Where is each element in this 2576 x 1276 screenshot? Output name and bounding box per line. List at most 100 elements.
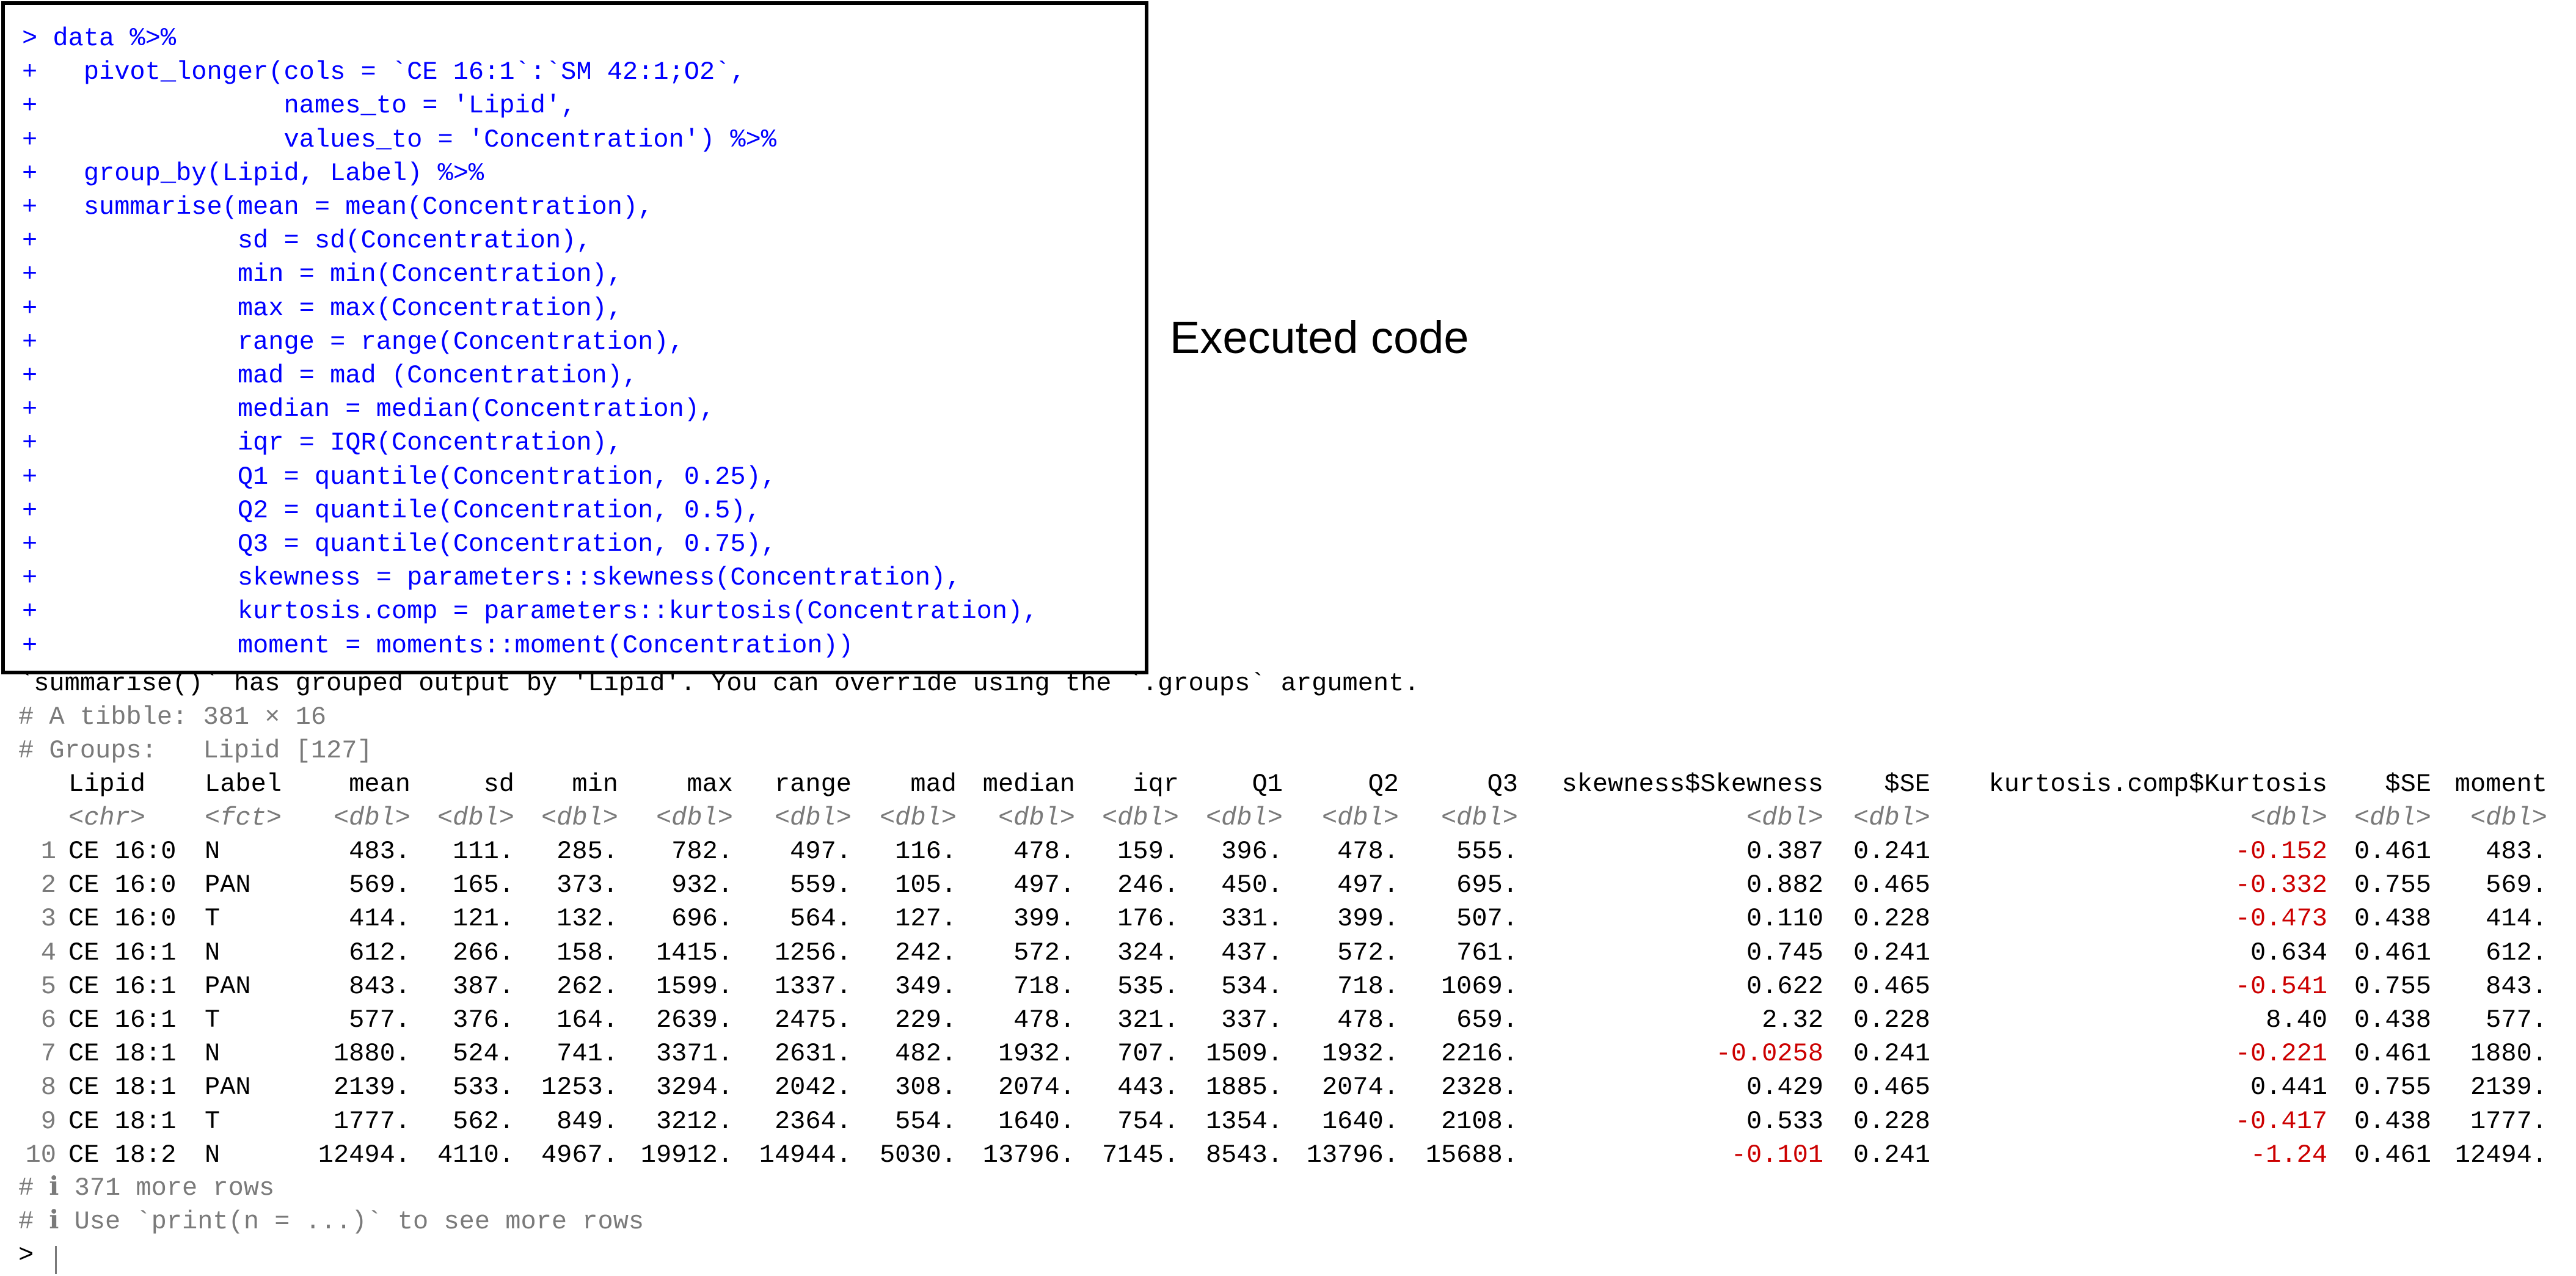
table-cell: 524. bbox=[453, 1039, 514, 1069]
table-cell: 242. bbox=[895, 938, 957, 968]
row-index: 5 bbox=[40, 971, 56, 1001]
table-cell: 399. bbox=[1013, 904, 1075, 934]
table-cell: 0.438 bbox=[2354, 1005, 2431, 1035]
table-cell: 782. bbox=[671, 837, 733, 866]
print-hint-note: # ℹ Use `print(n = ...)` to see more row… bbox=[18, 1207, 644, 1236]
table-cell: T bbox=[205, 904, 221, 934]
table-cell: 1256. bbox=[774, 938, 852, 968]
table-cell: 373. bbox=[556, 870, 618, 900]
table-cell: 0.228 bbox=[1853, 904, 1930, 934]
column-header: skewness$Skewness bbox=[1561, 770, 1823, 799]
table-cell: 0.755 bbox=[2354, 1073, 2431, 1103]
row-index: 3 bbox=[40, 904, 56, 934]
table-cell: 176. bbox=[1117, 904, 1179, 934]
table-cell: 718. bbox=[1013, 971, 1075, 1001]
table-cell: 13796. bbox=[1306, 1140, 1399, 1170]
table-cell: 262. bbox=[556, 971, 618, 1001]
table-cell: 1880. bbox=[333, 1039, 410, 1069]
table-cell: 483. bbox=[2486, 837, 2547, 866]
column-type: <dbl> bbox=[879, 803, 957, 833]
console-prompt: > bbox=[18, 1241, 34, 1270]
table-cell: CE 16:0 bbox=[68, 904, 177, 934]
code-line: + iqr = IQR(Concentration), bbox=[22, 428, 622, 458]
code-line: + values_to = 'Concentration') %>% bbox=[22, 125, 777, 155]
table-cell: 612. bbox=[349, 938, 410, 968]
table-cell: 19912. bbox=[640, 1140, 733, 1170]
table-cell: 1885. bbox=[1205, 1073, 1283, 1103]
table-cell: 1599. bbox=[655, 971, 733, 1001]
table-cell: 132. bbox=[556, 904, 618, 934]
table-cell: 0.387 bbox=[1746, 837, 1823, 866]
table-cell: 15688. bbox=[1425, 1140, 1518, 1170]
row-index: 7 bbox=[40, 1039, 56, 1069]
executed-code-box: > data %>% + pivot_longer(cols = `CE 16:1… bbox=[1, 1, 1148, 674]
table-cell: 0.461 bbox=[2354, 837, 2431, 866]
table-cell: 718. bbox=[1337, 971, 1399, 1001]
table-cell: 2639. bbox=[655, 1005, 733, 1035]
table-cell: 8543. bbox=[1205, 1140, 1283, 1170]
table-cell: 843. bbox=[2486, 971, 2547, 1001]
table-cell: 1253. bbox=[541, 1073, 618, 1103]
column-type: <dbl> bbox=[1101, 803, 1179, 833]
table-cell: CE 18:1 bbox=[68, 1106, 177, 1136]
table-cell: 13796. bbox=[982, 1140, 1075, 1170]
table-cell: 158. bbox=[556, 938, 618, 968]
table-cell: 116. bbox=[895, 837, 957, 866]
row-index: 1 bbox=[40, 837, 56, 866]
table-cell: 695. bbox=[1456, 870, 1518, 900]
table-cell: 127. bbox=[895, 904, 957, 934]
column-header: min bbox=[572, 770, 618, 799]
summarise-message: `summarise()` has grouped output by 'Lip… bbox=[18, 669, 1420, 698]
table-cell: 0.461 bbox=[2354, 938, 2431, 968]
text-cursor[interactable] bbox=[55, 1246, 57, 1274]
table-cell: 478. bbox=[1337, 837, 1399, 866]
table-cell: 1640. bbox=[1321, 1106, 1399, 1136]
column-header: Q1 bbox=[1252, 770, 1283, 799]
table-cell: 554. bbox=[895, 1106, 957, 1136]
table-cell: N bbox=[205, 1039, 221, 1069]
code-line: + names_to = 'Lipid', bbox=[22, 91, 577, 121]
table-cell: 337. bbox=[1221, 1005, 1283, 1035]
column-header: $SE bbox=[1884, 770, 1930, 799]
table-cell: 165. bbox=[453, 870, 514, 900]
table-cell: 3371. bbox=[655, 1039, 733, 1069]
table-cell: 159. bbox=[1117, 837, 1179, 866]
column-header: mad bbox=[910, 770, 957, 799]
table-cell: 3212. bbox=[655, 1106, 733, 1136]
table-cell: 2139. bbox=[333, 1073, 410, 1103]
table-cell: 2328. bbox=[1440, 1073, 1518, 1103]
table-cell: 497. bbox=[790, 837, 852, 866]
table-cell: 1509. bbox=[1205, 1039, 1283, 1069]
table-cell: 1777. bbox=[2470, 1106, 2547, 1136]
column-type: <dbl> bbox=[1205, 803, 1283, 833]
table-cell: 2108. bbox=[1440, 1106, 1518, 1136]
code-line: + moment = moments::moment(Concentration… bbox=[22, 630, 854, 660]
table-cell: 0.461 bbox=[2354, 1140, 2431, 1170]
table-cell: 111. bbox=[453, 837, 514, 866]
row-index: 8 bbox=[40, 1073, 56, 1103]
table-cell: T bbox=[205, 1106, 221, 1136]
table-cell: 0.461 bbox=[2354, 1039, 2431, 1069]
groups-info: # Groups: Lipid [127] bbox=[18, 736, 373, 765]
table-cell: 0.429 bbox=[1746, 1073, 1823, 1103]
table-cell: PAN bbox=[205, 971, 251, 1001]
column-header: range bbox=[774, 770, 852, 799]
table-cell: 105. bbox=[895, 870, 957, 900]
table-cell: 4110. bbox=[437, 1140, 514, 1170]
table-cell: 0.882 bbox=[1746, 870, 1823, 900]
table-cell: 321. bbox=[1117, 1005, 1179, 1035]
table-cell: PAN bbox=[205, 1073, 251, 1103]
table-cell: CE 16:1 bbox=[68, 971, 177, 1001]
column-header: mean bbox=[349, 770, 410, 799]
table-cell: 376. bbox=[453, 1005, 514, 1035]
column-header: Q3 bbox=[1487, 770, 1518, 799]
more-rows-note: # ℹ 371 more rows bbox=[18, 1173, 275, 1203]
table-cell: 2631. bbox=[774, 1039, 852, 1069]
table-cell: 443. bbox=[1117, 1073, 1179, 1103]
table-cell: 266. bbox=[453, 938, 514, 968]
table-cell: CE 18:2 bbox=[68, 1140, 177, 1170]
column-type: <fct> bbox=[205, 803, 282, 833]
table-cell: CE 16:0 bbox=[68, 837, 177, 866]
row-index: 6 bbox=[40, 1005, 56, 1035]
table-cell: 3294. bbox=[655, 1073, 733, 1103]
